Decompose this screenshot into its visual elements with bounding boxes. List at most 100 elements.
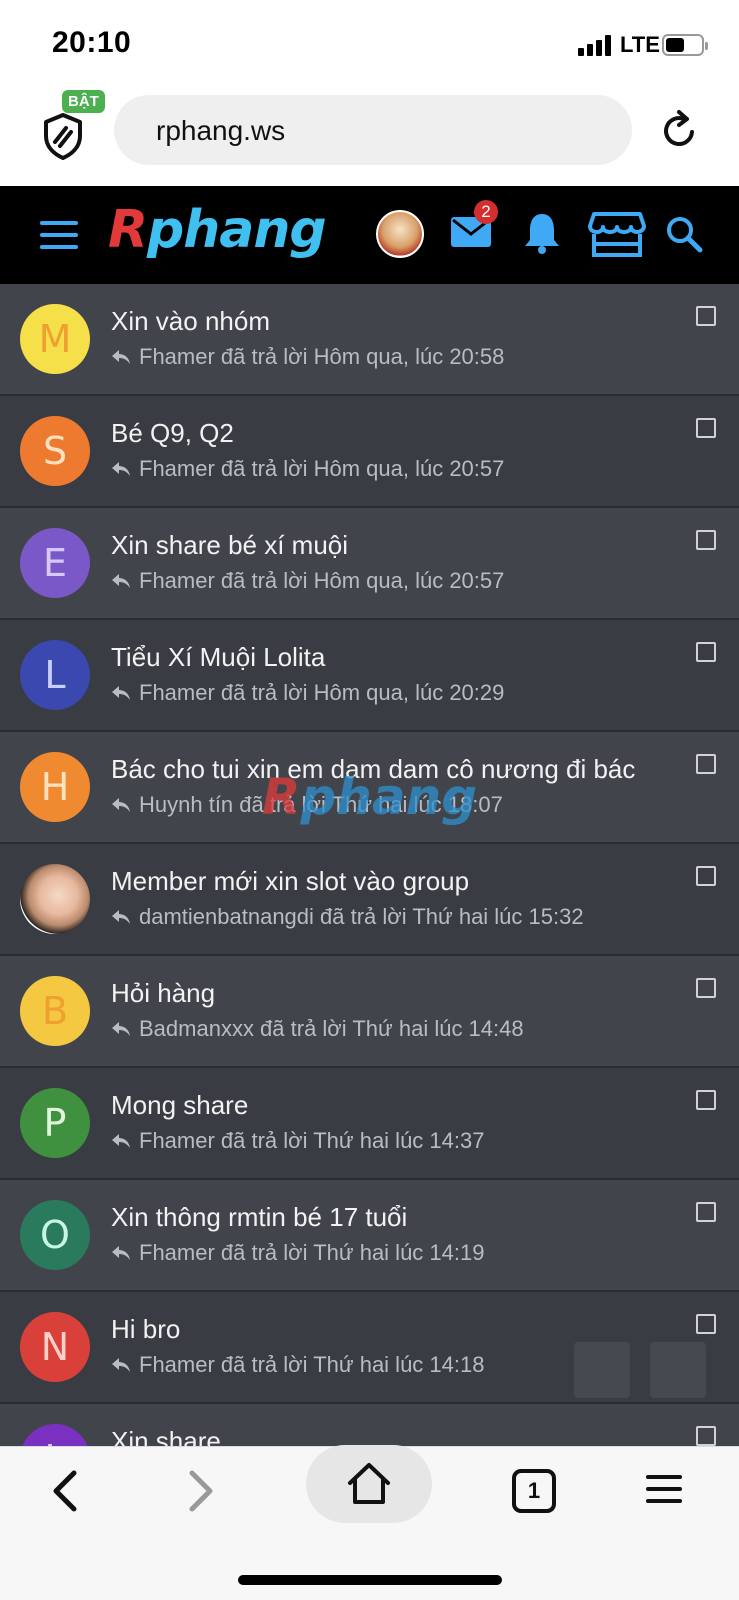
thread-list: M Xin vào nhóm Fhamer đã trả lời Hôm qua, … (0, 284, 739, 1446)
thread-title[interactable]: Xin share bé xí muội (111, 530, 348, 561)
thread-checkbox[interactable] (696, 306, 716, 326)
thread-meta: Fhamer đã trả lời Hôm qua, lúc 20:29 (111, 680, 504, 706)
tabs-button[interactable]: 1 (512, 1469, 556, 1513)
thread-title[interactable]: Bé Q9, Q2 (111, 418, 234, 449)
thread-title[interactable]: Member mới xin slot vào group (111, 866, 469, 897)
signal-icon (578, 34, 614, 56)
home-icon (348, 1463, 390, 1504)
thread-title[interactable]: Xin share (111, 1426, 221, 1446)
thread-checkbox[interactable] (696, 1426, 716, 1446)
reply-icon (112, 1022, 130, 1036)
thread-row[interactable]: O Xin thông rmtin bé 17 tuổi Fhamer đã trả… (0, 1180, 739, 1292)
thread-meta-text: Fhamer đã trả lời Hôm qua, lúc 20:57 (139, 568, 505, 593)
store-icon[interactable] (588, 210, 646, 258)
thread-row[interactable]: H Bác cho tui xin em dam dam cô nương đi … (0, 732, 739, 844)
thread-title[interactable]: Bác cho tui xin em dam dam cô nương đi b… (111, 754, 635, 785)
site-logo[interactable]: Rphang (108, 200, 327, 260)
thread-meta: Fhamer đã trả lời Hôm qua, lúc 20:57 (111, 456, 504, 482)
forum-header: Rphang 2 (0, 186, 739, 284)
thread-meta: Huynh tín đã trả lời Thứ hai lúc 18:07 (111, 792, 503, 818)
battery-icon (662, 34, 708, 56)
thread-checkbox[interactable] (696, 1314, 716, 1334)
reply-icon (112, 462, 130, 476)
mail-count-badge: 2 (474, 200, 498, 224)
scroll-down-button[interactable] (650, 1342, 706, 1398)
thread-meta-text: Fhamer đã trả lời Hôm qua, lúc 20:58 (139, 344, 505, 369)
thread-avatar[interactable]: S (20, 416, 90, 486)
scroll-up-button[interactable] (574, 1342, 630, 1398)
thread-checkbox[interactable] (696, 754, 716, 774)
forward-icon[interactable] (182, 1469, 218, 1513)
thread-meta-text: damtienbatnangdi đã trả lời Thứ hai lúc … (139, 904, 584, 929)
reply-icon (112, 350, 130, 364)
reply-icon (112, 1246, 130, 1260)
user-avatar[interactable] (376, 210, 424, 258)
thread-title[interactable]: Tiểu Xí Muội Lolita (111, 642, 325, 673)
thread-title[interactable]: Mong share (111, 1090, 248, 1121)
reload-icon[interactable] (660, 108, 700, 152)
search-icon[interactable] (664, 214, 704, 254)
thread-avatar[interactable]: O (20, 1200, 90, 1270)
url-text: rphang.ws (156, 115, 286, 146)
reply-icon (112, 574, 130, 588)
thread-meta-text: Fhamer đã trả lời Thứ hai lúc 14:37 (139, 1128, 485, 1153)
thread-meta-text: Huynh tín đã trả lời Thứ hai lúc 18:07 (139, 792, 503, 817)
thread-meta-text: Badmanxxx đã trả lời Thứ hai lúc 14:48 (139, 1016, 524, 1041)
url-field[interactable]: rphang.ws (114, 95, 632, 165)
thread-checkbox[interactable] (696, 418, 716, 438)
shield-status-badge: BẬT (62, 90, 105, 113)
network-label: LTE (620, 32, 660, 57)
thread-meta-text: Fhamer đã trả lời Hôm qua, lúc 20:57 (139, 456, 505, 481)
thread-title[interactable]: Hi bro (111, 1314, 180, 1345)
thread-checkbox[interactable] (696, 978, 716, 998)
thread-row[interactable]: P Mong share Fhamer đã trả lời Thứ hai lúc… (0, 1068, 739, 1180)
thread-checkbox[interactable] (696, 1090, 716, 1110)
thread-avatar[interactable]: H (20, 752, 90, 822)
thread-meta: Fhamer đã trả lời Hôm qua, lúc 20:58 (111, 344, 504, 370)
reply-icon (112, 686, 130, 700)
thread-title[interactable]: Hỏi hàng (111, 978, 215, 1009)
thread-meta: Fhamer đã trả lời Thứ hai lúc 14:18 (111, 1352, 484, 1378)
thread-row[interactable]: L Tiểu Xí Muội Lolita Fhamer đã trả lời Hô… (0, 620, 739, 732)
thread-row[interactable]: E Xin share bé xí muội Fhamer đã trả lời H… (0, 508, 739, 620)
thread-checkbox[interactable] (696, 530, 716, 550)
thread-avatar[interactable]: L (20, 640, 90, 710)
thread-avatar[interactable]: M (20, 304, 90, 374)
thread-title[interactable]: Xin thông rmtin bé 17 tuổi (111, 1202, 407, 1233)
thread-row[interactable]: M Xin vào nhóm Fhamer đã trả lời Hôm qua, … (0, 284, 739, 396)
thread-checkbox[interactable] (696, 866, 716, 886)
reply-icon (112, 910, 130, 924)
thread-avatar[interactable]: P (20, 1088, 90, 1158)
thread-meta: Fhamer đã trả lời Thứ hai lúc 14:37 (111, 1128, 484, 1154)
thread-row[interactable]: L Xin share (0, 1404, 739, 1446)
reply-icon (112, 1134, 130, 1148)
thread-avatar[interactable]: N (20, 1312, 90, 1382)
menu-icon[interactable] (40, 221, 78, 249)
thread-avatar[interactable]: B (20, 976, 90, 1046)
home-indicator (238, 1575, 502, 1585)
shield-icon[interactable] (42, 112, 84, 160)
status-time: 20:10 (52, 26, 132, 59)
browser-toolbar: 1 (0, 1445, 739, 1600)
reply-icon (112, 798, 130, 812)
thread-avatar[interactable]: L (20, 1424, 90, 1446)
status-bar: 20:10 LTE (0, 0, 739, 88)
bell-icon[interactable] (522, 210, 562, 254)
home-button[interactable] (306, 1445, 432, 1523)
thread-meta-text: Fhamer đã trả lời Thứ hai lúc 14:19 (139, 1240, 485, 1265)
thread-meta-text: Fhamer đã trả lời Hôm qua, lúc 20:29 (139, 680, 505, 705)
reply-icon (112, 1358, 130, 1372)
thread-row[interactable]: Member mới xin slot vào group damtienbatn… (0, 844, 739, 956)
thread-checkbox[interactable] (696, 642, 716, 662)
thread-checkbox[interactable] (696, 1202, 716, 1222)
thread-row[interactable]: S Bé Q9, Q2 Fhamer đã trả lời Hôm qua, lúc… (0, 396, 739, 508)
thread-avatar[interactable] (20, 864, 90, 934)
thread-row[interactable]: B Hỏi hàng Badmanxxx đã trả lời Thứ hai lú… (0, 956, 739, 1068)
thread-avatar[interactable]: E (20, 528, 90, 598)
thread-title[interactable]: Xin vào nhóm (111, 306, 270, 337)
thread-meta: damtienbatnangdi đã trả lời Thứ hai lúc … (111, 904, 584, 930)
browser-address-bar: BẬT rphang.ws (0, 88, 739, 186)
browser-menu-icon[interactable] (646, 1475, 682, 1505)
thread-meta-text: Fhamer đã trả lời Thứ hai lúc 14:18 (139, 1352, 485, 1377)
back-icon[interactable] (48, 1469, 84, 1513)
